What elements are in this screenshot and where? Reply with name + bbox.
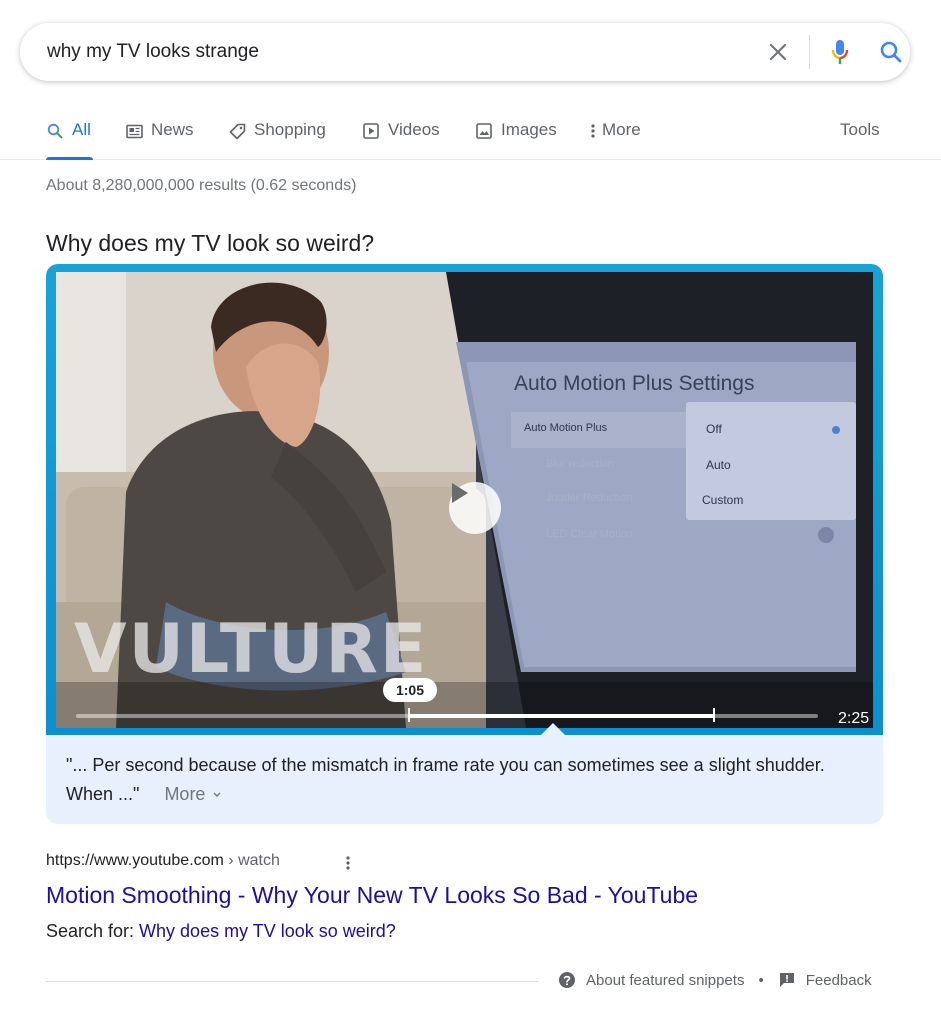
result-url-domain: https://www.youtube.com	[46, 852, 224, 869]
snippet-footer: About featured snippets • Feedback	[558, 971, 872, 989]
result-url: https://www.youtube.com › watch	[46, 852, 280, 870]
search-divider	[809, 35, 810, 69]
tv-menu-faded-item: Judder Reduction	[546, 492, 633, 504]
more-label: More	[164, 784, 206, 804]
tab-label: News	[151, 120, 194, 139]
tv-menu-option: Off	[706, 422, 722, 436]
tv-menu-option: Auto	[706, 458, 731, 472]
video-timeline[interactable]	[76, 708, 818, 722]
video-player[interactable]: Auto Motion Plus Settings Auto Motion Pl…	[46, 264, 883, 735]
result-options-icon[interactable]	[339, 853, 357, 873]
tv-menu-option: Custom	[702, 493, 744, 507]
search-input[interactable]	[47, 39, 707, 65]
news-icon	[125, 122, 143, 140]
featured-snippet-question: Why does my TV look so weird?	[46, 230, 375, 256]
footer-separator: •	[758, 971, 764, 989]
tab-shopping[interactable]: Shopping	[228, 120, 326, 160]
footer-divider	[46, 981, 538, 982]
more-button[interactable]: More	[164, 784, 222, 804]
feedback-link[interactable]: Feedback	[806, 972, 872, 989]
video-duration: 2:25	[838, 710, 870, 727]
tab-label: All	[72, 120, 91, 139]
about-featured-snippets-link[interactable]: About featured snippets	[586, 972, 744, 989]
search-icon[interactable]	[879, 40, 903, 64]
search-for-label: Search for:	[46, 921, 140, 941]
tab-videos[interactable]: Videos	[362, 120, 440, 160]
tab-label: Videos	[388, 120, 440, 139]
timeline-end-marker[interactable]	[713, 708, 715, 722]
chevron-down-icon	[213, 792, 221, 798]
tv-menu-faded-item: LED Clear Motion	[546, 528, 633, 540]
snippet-quote: "... Per second because of the mismatch …	[66, 751, 866, 809]
search-for-link[interactable]: Why does my TV look so weird?	[139, 921, 396, 941]
result-stats: About 8,280,000,000 results (0.62 second…	[46, 177, 357, 194]
search-for-line: Search for: Why does my TV look so weird…	[46, 921, 396, 942]
tv-menu-item: Auto Motion Plus	[524, 422, 608, 434]
play-icon	[362, 122, 380, 140]
search-box[interactable]	[20, 23, 910, 81]
timeline-clip-range	[409, 714, 714, 718]
close-icon[interactable]	[766, 40, 790, 64]
tab-label: Shopping	[254, 120, 326, 139]
tab-label: Images	[501, 120, 557, 139]
video-thumbnail[interactable]: Auto Motion Plus Settings Auto Motion Pl…	[56, 272, 873, 728]
timeline-pointer	[541, 723, 565, 735]
tv-menu-title: Auto Motion Plus Settings	[514, 372, 755, 395]
tab-all[interactable]: All	[46, 120, 93, 160]
vulture-watermark: VULTURE	[74, 610, 429, 689]
result-title-link[interactable]: Motion Smoothing - Why Your New TV Looks…	[46, 882, 698, 909]
search-icon	[46, 122, 64, 140]
tag-icon	[228, 122, 246, 140]
more-vert-icon	[589, 122, 597, 140]
result-url-path: › watch	[223, 852, 280, 869]
tab-images[interactable]: Images	[475, 120, 557, 160]
tab-news[interactable]: News	[125, 120, 194, 160]
search-tabs: All News Shopping Videos Images More Too…	[0, 108, 941, 160]
play-button[interactable]	[449, 482, 501, 534]
tools-button[interactable]: Tools	[840, 120, 880, 140]
featured-snippet-card: Auto Motion Plus Settings Auto Motion Pl…	[46, 264, 883, 824]
feedback-icon	[778, 971, 796, 989]
mic-icon[interactable]	[828, 40, 852, 64]
tab-more[interactable]: More	[589, 120, 641, 160]
current-time-badge: 1:05	[383, 678, 437, 702]
timeline-start-marker[interactable]	[408, 708, 410, 722]
help-icon	[558, 971, 576, 989]
tab-label: More	[602, 120, 641, 139]
tv-menu-faded-item: Blur reduction	[546, 458, 614, 470]
image-icon	[475, 122, 493, 140]
